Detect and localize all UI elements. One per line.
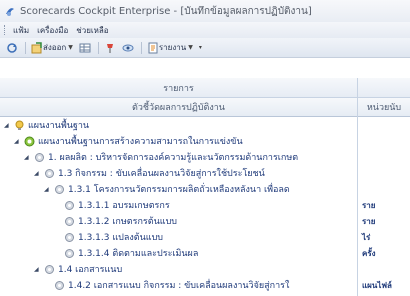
row-label: 1.3.1 โครงการนวัตกรรมการผลิตถั่วเหลืองหล… [68,185,290,195]
row-label: 1.3 กิจกรรม : ขับเคลื่อนผลงานวิจัยสู่การ… [58,169,265,179]
tree-row[interactable]: ◢ แผนงานพื้นฐาน [0,117,410,133]
refresh-icon [7,42,17,53]
eye-icon [122,44,134,51]
row-label: 1.3.1.2 เกษตรกรต้นแบบ [78,217,177,227]
grid-header-columns: ตัวชี้วัดผลการปฏิบัติงาน หน่วยนับ [0,98,410,117]
gear-icon [65,232,74,242]
toolbar-separator [140,41,142,54]
menu-bar: แฟ้ม เครื่องมือ ช่วยเหลือ [0,22,410,38]
row-label: 1. ผลผลิต : บริหารจัดการองค์ความรู้และนว… [48,153,299,163]
row-label: 1.4.2 เอกสารแนบ กิจกรรม : ขับเคลื่อนผลงา… [68,281,290,291]
chevron-down-icon: ▼ [68,44,73,51]
row-label: แผนงานพื้นฐานการสร้างความสามารถในการแข่ง… [38,137,243,147]
toolbar: ส่งออก ▼ รายงาน ▼ ▾ [0,38,410,58]
toolbar-separator [25,41,26,54]
row-label: 1.3.1.1 อบรมเกษตรกร [78,201,170,211]
toolbar-gap [0,58,410,78]
app-logo-icon [6,8,14,16]
tree-row[interactable]: 1.3.1.2 เกษตรกรต้นแบบ ราย [0,213,410,229]
gear-icon [55,184,64,194]
row-unit: แผนไฟล์ [362,280,392,290]
report-button[interactable]: รายงาน ▼ [145,40,195,56]
tree-row[interactable]: ◢ 1. ผลผลิต : บริหารจัดการองค์ความรู้และ… [0,149,410,165]
pin-icon [106,43,113,53]
export-label: ส่งออก [43,43,67,52]
row-label: 1.4 เอกสารแนบ [58,265,123,275]
tree-row[interactable]: 1.3.1.1 อบรมเกษตรกร ราย [0,197,410,213]
export-button[interactable]: ส่งออก ▼ [29,40,75,56]
menu-help[interactable]: ช่วยเหลือ [76,24,108,37]
gear-icon [45,168,54,178]
menu-file[interactable]: แฟ้ม [13,24,29,37]
gear-icon [45,264,54,274]
collapse-icon[interactable]: ◢ [4,122,12,129]
refresh-button[interactable] [4,40,20,56]
menu-tools[interactable]: เครื่องมือ [37,24,68,37]
tree-row[interactable]: 1.4.2 เอกสารแนบ กิจกรรม : ขับเคลื่อนผลงา… [0,277,410,293]
row-unit [358,133,410,149]
row-unit: ไร่ [362,232,371,242]
row-unit: ครั้ง [362,248,376,258]
row-label: 1.3.1.3 แปลงต้นแบบ [78,233,163,243]
row-unit [358,165,410,181]
row-label: 1.3.1.4 ติดตามและประเมินผล [78,249,199,259]
export-icon [31,41,42,53]
gear-icon [35,152,44,162]
collapse-icon[interactable]: ◢ [14,138,22,145]
gear-icon [65,200,74,210]
tree-row[interactable]: ◢ 1.3.1 โครงการนวัตกรรมการผลิตถั่วเหลือง… [0,181,410,197]
header-unit[interactable]: หน่วยนับ [358,98,410,116]
row-unit: ราย [362,200,376,210]
row-unit [358,117,410,133]
view-button[interactable] [120,40,136,56]
row-label: แผนงานพื้นฐาน [28,121,90,131]
gear-icon [65,216,74,226]
window-title: Scorecards Cockpit Enterprise - [บันทึกข… [20,5,312,17]
menu-grip [4,25,7,35]
tree-row[interactable]: ◢ 1.4 เอกสารแนบ [0,261,410,277]
lightbulb-icon [15,120,24,130]
tree-row[interactable]: 1.3.1.3 แปลงต้นแบบ ไร่ [0,229,410,245]
row-unit [358,149,410,165]
gear-icon [55,280,64,290]
gear-icon [65,248,74,258]
tree-row[interactable]: ◢ แผนงานพื้นฐานการสร้างความสามารถในการแข… [0,133,410,149]
header-indicator[interactable]: ตัวชี้วัดผลการปฏิบัติงาน [0,98,357,116]
collapse-icon[interactable]: ◢ [44,186,52,193]
table-icon [79,43,91,52]
chevron-down-icon: ▼ [188,44,193,51]
report-label: รายงาน [158,43,187,52]
pin-button[interactable] [102,40,118,56]
tree-row[interactable]: ◢ 1.3 กิจกรรม : ขับเคลื่อนผลงานวิจัยสู่ก… [0,165,410,181]
grid-view-button[interactable] [77,40,93,56]
collapse-icon[interactable]: ◢ [24,154,32,161]
collapse-icon[interactable]: ◢ [34,266,42,273]
toolbar-overflow-icon[interactable]: ▾ [199,44,202,51]
title-bar: Scorecards Cockpit Enterprise - [บันทึกข… [0,0,410,22]
row-unit [358,261,410,277]
row-unit: ราย [362,216,376,226]
tree-row[interactable]: 1.3.1.4 ติดตามและประเมินผล ครั้ง [0,245,410,261]
toolbar-separator [97,41,99,54]
collapse-icon[interactable]: ◢ [34,170,42,177]
target-icon [24,136,35,146]
header-items[interactable]: รายการ [0,78,357,97]
report-icon [148,42,158,53]
grid-header-group: รายการ [0,78,410,98]
row-unit [358,181,410,197]
